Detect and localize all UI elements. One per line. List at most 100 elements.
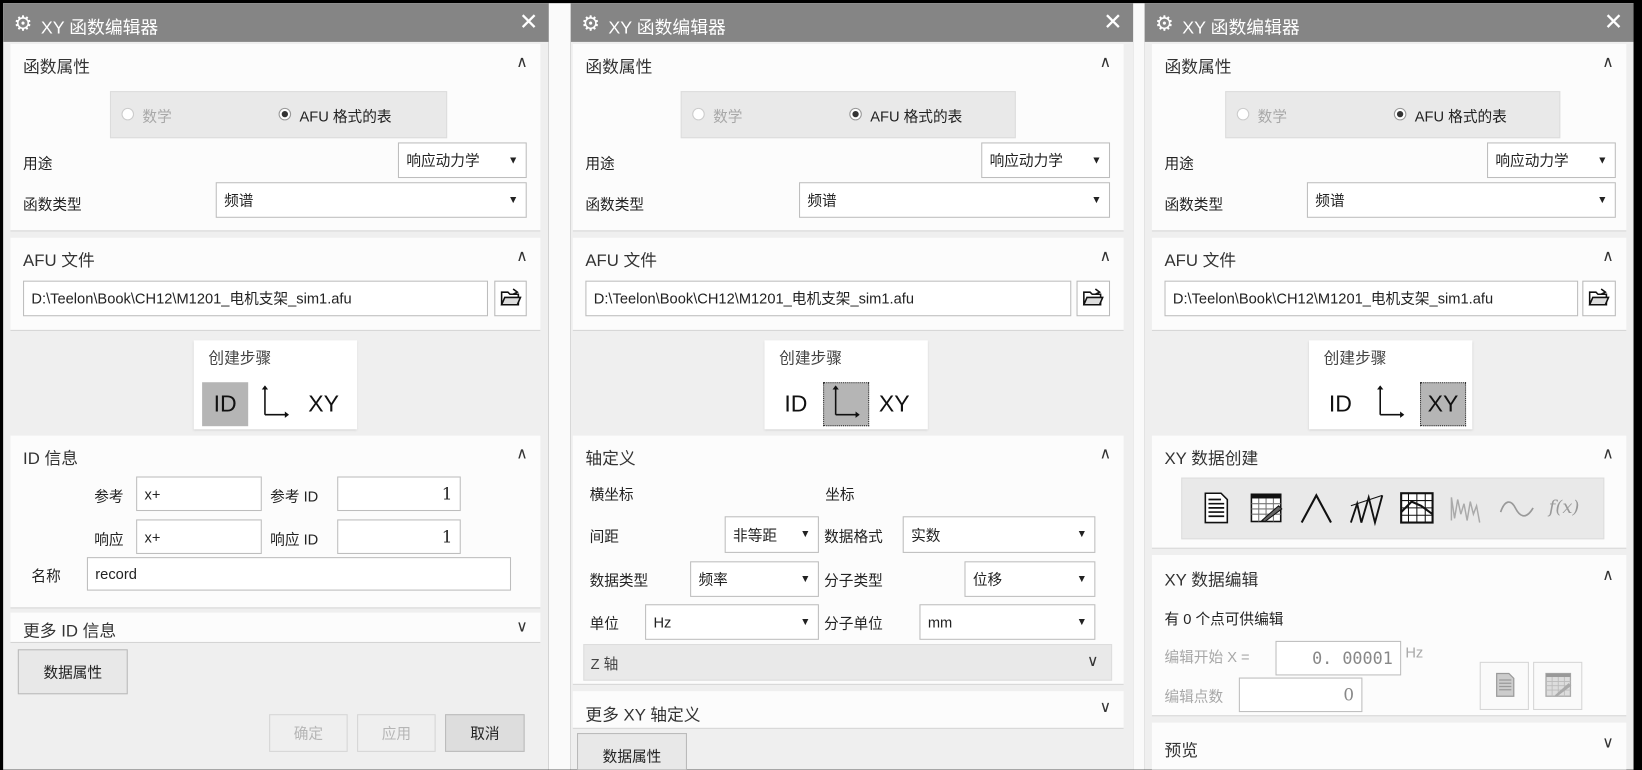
section-more-xy-axis[interactable]: 更多 XY 轴定义 ∨ [572, 691, 1124, 729]
close-icon[interactable]: ✕ [1604, 8, 1623, 35]
step-id[interactable]: ID [202, 382, 249, 427]
function-type-dropdown[interactable]: 频谱 ▼ [215, 182, 527, 218]
cancel-button[interactable]: 取消 [445, 714, 525, 752]
dialog-title: XY 函数编辑器 [608, 17, 726, 38]
section-preview[interactable]: 预览 ∨ [1151, 722, 1627, 770]
edit-start-input[interactable]: 0. 00001 [1275, 640, 1402, 676]
open-folder-button[interactable] [1582, 280, 1616, 317]
function-type-label: 函数类型 [23, 195, 82, 213]
section-afu-file: AFU 文件 ∧ D:\Teelon\Book\CH12\M1201_电机支架_… [1151, 237, 1627, 331]
chevron-up-icon[interactable]: ∧ [1602, 52, 1614, 71]
dialog-axis-step: ⚙ XY 函数编辑器 ✕ 函数属性 ∧ 数学 AFU 格式的表 用途 响应动力学… [570, 3, 1134, 770]
name-input[interactable]: record [86, 557, 512, 591]
unit-dropdown[interactable]: Hz ▼ [645, 604, 819, 640]
numerator-type-label: 分子类型 [824, 571, 883, 589]
grid-plot-icon[interactable] [1398, 489, 1436, 527]
function-fx-icon[interactable]: f(x) [1549, 489, 1587, 527]
numerator-unit-value: mm [927, 613, 953, 631]
data-format-dropdown[interactable]: 实数 ▼ [902, 516, 1096, 553]
step-xy[interactable]: XY [1420, 382, 1467, 427]
data-properties-button[interactable]: 数据属性 [17, 649, 128, 695]
reference-input[interactable]: x+ [136, 476, 262, 512]
close-icon[interactable]: ✕ [1103, 8, 1122, 35]
numerator-unit-label: 分子单位 [824, 614, 883, 632]
radio-math[interactable] [121, 107, 135, 121]
numerator-unit-dropdown[interactable]: mm ▼ [919, 604, 1096, 640]
steps-label: 创建步骤 [779, 349, 842, 368]
chevron-down-icon: ▼ [1597, 194, 1608, 206]
spreadsheet-icon[interactable] [1247, 489, 1285, 527]
response-id-input[interactable]: 1 [337, 519, 461, 554]
response-input[interactable]: x+ [136, 519, 262, 554]
function-type-dropdown[interactable]: 频谱 ▼ [1306, 182, 1616, 218]
chevron-up-icon[interactable]: ∧ [1602, 246, 1614, 265]
chevron-up-icon[interactable]: ∧ [1100, 52, 1112, 71]
afu-path-input[interactable]: D:\Teelon\Book\CH12\M1201_电机支架_sim1.afu [23, 280, 488, 317]
random-wave-icon[interactable] [1448, 489, 1486, 527]
chevron-up-icon[interactable]: ∧ [1100, 246, 1112, 265]
data-format-label: 数据格式 [824, 527, 883, 545]
edit-count-input[interactable]: 0 [1238, 677, 1363, 713]
chevron-up-icon[interactable]: ∧ [1602, 444, 1614, 463]
radio-math[interactable] [692, 107, 705, 121]
step-axis[interactable] [1368, 382, 1414, 426]
spacing-dropdown[interactable]: 非等距 ▼ [724, 516, 819, 553]
usage-dropdown[interactable]: 响应动力学 ▼ [397, 142, 527, 179]
edit-text-button[interactable] [1479, 661, 1529, 711]
section-xy-data-edit: XY 数据编辑 ∧ 有 0 个点可供编辑 编辑开始 X = 0. 00001 H… [1151, 555, 1627, 717]
data-properties-button[interactable]: 数据属性 [577, 733, 687, 770]
gear-icon[interactable]: ⚙ [1155, 10, 1174, 36]
chevron-down-icon: ▼ [800, 573, 811, 585]
chevron-down-icon[interactable]: ∨ [1100, 697, 1112, 716]
chevron-up-icon[interactable]: ∧ [1602, 565, 1614, 585]
chevron-down-icon[interactable]: ∨ [1602, 733, 1614, 752]
z-axis-group[interactable]: Z 轴 ∨ [583, 644, 1113, 681]
numerator-type-dropdown[interactable]: 位移 ▼ [964, 561, 1096, 597]
sine-wave-icon[interactable] [1499, 489, 1537, 527]
apply-button[interactable]: 应用 [357, 714, 436, 752]
section-xy-data-create: XY 数据创建 ∧ f(x) [1151, 435, 1627, 549]
single-peak-icon[interactable] [1297, 489, 1335, 527]
step-id[interactable]: ID [773, 382, 819, 426]
chevron-up-icon[interactable]: ∧ [516, 444, 528, 463]
reference-id-input[interactable]: 1 [337, 476, 461, 512]
chevron-down-icon[interactable]: ∨ [1087, 651, 1099, 670]
step-id[interactable]: ID [1317, 382, 1363, 426]
chevron-down-icon: ▼ [507, 154, 519, 166]
gear-icon[interactable]: ⚙ [14, 10, 33, 36]
open-folder-button[interactable] [494, 280, 527, 317]
data-type-dropdown[interactable]: 频率 ▼ [690, 561, 819, 597]
step-xy[interactable]: XY [301, 382, 347, 426]
gear-icon[interactable]: ⚙ [581, 10, 600, 36]
radio-math[interactable] [1236, 107, 1250, 121]
radio-afu[interactable] [1393, 107, 1407, 121]
ok-button[interactable]: 确定 [269, 714, 348, 752]
open-folder-button[interactable] [1076, 280, 1111, 317]
spacing-value: 非等距 [733, 526, 778, 543]
response-id-label: 响应 ID [270, 530, 319, 548]
radio-afu[interactable] [849, 107, 862, 121]
usage-dropdown[interactable]: 响应动力学 ▼ [1487, 142, 1616, 179]
step-axis[interactable] [252, 382, 298, 426]
section-header: AFU 文件 [1164, 252, 1237, 271]
radio-afu[interactable] [278, 107, 292, 121]
close-icon[interactable]: ✕ [519, 8, 538, 35]
name-label: 名称 [31, 567, 61, 585]
radio-math-label: 数学 [142, 107, 172, 125]
function-type-value: 频谱 [224, 191, 254, 209]
chevron-up-icon[interactable]: ∧ [1100, 444, 1112, 463]
step-axis[interactable] [823, 382, 870, 427]
afu-path-input[interactable]: D:\Teelon\Book\CH12\M1201_电机支架_sim1.afu [1164, 280, 1579, 317]
axis-icon [830, 383, 861, 425]
chevron-up-icon[interactable]: ∧ [516, 246, 528, 265]
usage-dropdown[interactable]: 响应动力学 ▼ [981, 142, 1111, 179]
edit-table-button[interactable] [1533, 661, 1583, 711]
text-editor-icon[interactable] [1197, 489, 1235, 527]
step-xy[interactable]: XY [871, 382, 917, 426]
section-more-id-info[interactable]: 更多 ID 信息 ∨ [10, 612, 541, 643]
chevron-down-icon[interactable]: ∨ [516, 617, 528, 636]
afu-path-input[interactable]: D:\Teelon\Book\CH12\M1201_电机支架_sim1.afu [585, 280, 1072, 317]
multi-peak-icon[interactable] [1348, 489, 1386, 527]
function-type-dropdown[interactable]: 频谱 ▼ [799, 182, 1111, 218]
chevron-up-icon[interactable]: ∧ [516, 52, 528, 71]
